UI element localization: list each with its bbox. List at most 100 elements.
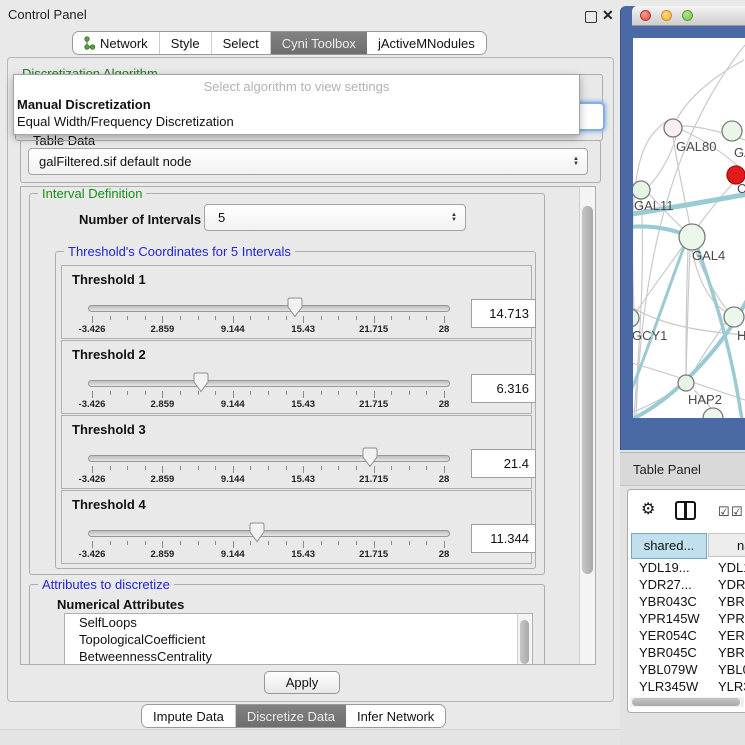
table-row[interactable]: YDR27...YDR2 xyxy=(630,577,745,594)
network-node-gcy1[interactable] xyxy=(633,309,639,327)
numerical-attributes-label: Numerical Attributes xyxy=(57,597,184,612)
tab-select[interactable]: Select xyxy=(212,32,271,54)
major-tick xyxy=(233,391,234,398)
table-hscrollbar-track[interactable] xyxy=(630,697,744,707)
network-node-hap2[interactable] xyxy=(678,375,694,391)
threshold-value-field[interactable]: 11.344 xyxy=(471,524,536,553)
minimize-traffic-light-icon[interactable] xyxy=(661,10,672,21)
attribute-item[interactable]: TopologicalCoefficient xyxy=(65,631,532,648)
tick-label: 2.859 xyxy=(137,399,187,410)
threshold-slider[interactable]: -3.4262.8599.14415.4321.71528 xyxy=(86,446,450,486)
checkbox-icon[interactable]: ☑ xyxy=(731,504,743,520)
dropdown-item-manual-discretization[interactable]: Manual Discretization xyxy=(14,96,579,113)
threshold-slider[interactable]: -3.4262.8599.14415.4321.71528 xyxy=(86,296,450,336)
node-label: GAL80 xyxy=(676,139,716,154)
panel-scrollbar-thumb[interactable] xyxy=(582,206,593,574)
close-traffic-light-icon[interactable] xyxy=(640,10,651,21)
table-row[interactable]: YER054CYER0 xyxy=(630,628,745,645)
tab-infer-network[interactable]: Infer Network xyxy=(346,705,445,727)
table-row[interactable]: YBR045CYBR0 xyxy=(630,645,745,662)
threshold-slider[interactable]: -3.4262.8599.14415.4321.71528 xyxy=(86,521,450,561)
slider-thumb[interactable] xyxy=(362,447,378,468)
major-tick xyxy=(162,466,163,473)
network-node-ga[interactable] xyxy=(722,121,742,141)
major-tick xyxy=(303,391,304,398)
slider-track xyxy=(88,455,450,462)
node-label: GAL11 xyxy=(634,198,674,213)
minor-tick xyxy=(127,466,128,470)
tab-discretize-data[interactable]: Discretize Data xyxy=(236,705,346,727)
slider-thumb[interactable] xyxy=(287,297,303,318)
float-window-icon[interactable] xyxy=(585,11,597,23)
threshold-value-field[interactable]: 6.316 xyxy=(471,374,536,403)
table-rows: YDL19...YDL1YDR27...YDR2YBR043CYBR0YPR14… xyxy=(630,560,745,696)
minor-tick xyxy=(180,541,181,545)
dropdown-item-equal-width-frequency[interactable]: Equal Width/Frequency Discretization xyxy=(14,113,579,130)
tick-label: 28 xyxy=(419,549,469,560)
minor-tick xyxy=(321,541,322,545)
network-node-gal4[interactable] xyxy=(679,224,705,250)
network-node[interactable] xyxy=(703,408,723,418)
threshold-label: Threshold 2 xyxy=(72,347,146,362)
tick-label: 9.144 xyxy=(208,474,258,485)
minor-tick xyxy=(198,316,199,320)
tab-style[interactable]: Style xyxy=(160,32,212,54)
major-tick xyxy=(233,541,234,548)
column-header-name[interactable]: na xyxy=(708,533,745,557)
minor-tick xyxy=(356,391,357,395)
split-columns-icon[interactable] xyxy=(675,501,696,520)
list-scrollbar-thumb[interactable] xyxy=(520,620,529,664)
number-of-intervals-combobox[interactable]: 5 ▲▼ xyxy=(204,204,466,231)
algorithm-dropdown-popup: Select algorithm to view settings Manual… xyxy=(13,74,580,135)
table-hscrollbar-thumb[interactable] xyxy=(632,698,740,706)
slider-thumb[interactable] xyxy=(249,522,265,543)
table-row[interactable]: YBR043CYBR0 xyxy=(630,594,745,611)
slider-track xyxy=(88,380,450,387)
node-label: HA xyxy=(737,328,745,343)
panel-scrollbar-track[interactable] xyxy=(579,187,595,664)
major-tick xyxy=(444,466,445,473)
table-data-combobox[interactable]: galFiltered.sif default node ▲▼ xyxy=(28,148,588,175)
table-row[interactable]: YBL079WYBL0 xyxy=(630,662,745,679)
table-cell: YDR27... xyxy=(639,577,692,592)
network-window-titlebar[interactable] xyxy=(632,6,745,26)
minor-tick xyxy=(110,541,111,545)
tab-cyni-toolbox[interactable]: Cyni Toolbox xyxy=(271,32,367,54)
bottom-strip xyxy=(0,730,620,745)
attribute-item[interactable]: SelfLoops xyxy=(65,614,532,631)
tab-label: Network xyxy=(100,36,148,51)
threshold-value-field[interactable]: 21.4 xyxy=(471,449,536,478)
table-row[interactable]: YPR145WYPR1 xyxy=(630,611,745,628)
list-scrollbar-track[interactable] xyxy=(517,614,532,665)
gear-icon[interactable]: ⚙ xyxy=(641,499,655,519)
table-row[interactable]: YDL19...YDL1 xyxy=(630,560,745,577)
threshold-slider[interactable]: -3.4262.8599.14415.4321.71528 xyxy=(86,371,450,411)
network-node-gal80[interactable] xyxy=(664,119,682,137)
threshold-label: Threshold 4 xyxy=(72,497,146,512)
minor-tick xyxy=(426,391,427,395)
tab-network[interactable]: Network xyxy=(73,32,160,54)
threshold-label: Threshold 3 xyxy=(72,422,146,437)
network-canvas[interactable]: GAL80GACGAL11GAL4GCY1HAHAP2 xyxy=(633,38,745,418)
numerical-attributes-list[interactable]: SelfLoopsTopologicalCoefficientBetweenne… xyxy=(64,613,533,665)
threshold-label: Threshold 1 xyxy=(72,272,146,287)
network-node-ha[interactable] xyxy=(724,307,744,327)
attribute-item[interactable]: BetweennessCentrality xyxy=(65,648,532,665)
network-node-gal11[interactable] xyxy=(633,181,650,199)
major-tick xyxy=(444,391,445,398)
app-root: Control Panel ✕ Network Style Select Cyn… xyxy=(0,0,745,745)
table-row[interactable]: YLR345WYLR3 xyxy=(630,679,745,696)
minor-tick xyxy=(180,466,181,470)
slider-thumb[interactable] xyxy=(193,372,209,393)
apply-button[interactable]: Apply xyxy=(264,671,340,694)
column-header-shared-name[interactable]: shared... xyxy=(631,533,707,559)
tab-jactivemnodules[interactable]: jActiveMNodules xyxy=(367,32,486,54)
checkbox-icon[interactable]: ☑ xyxy=(718,504,730,520)
table-panel: ⚙ ☑ ☑ shared... na YDL19...YDL1YDR27...Y… xyxy=(627,489,745,713)
zoom-traffic-light-icon[interactable] xyxy=(682,10,693,21)
close-icon[interactable]: ✕ xyxy=(602,7,614,24)
tab-impute-data[interactable]: Impute Data xyxy=(142,705,236,727)
minor-tick xyxy=(180,316,181,320)
tick-label: 15.43 xyxy=(278,324,328,335)
threshold-value-field[interactable]: 14.713 xyxy=(471,299,536,328)
